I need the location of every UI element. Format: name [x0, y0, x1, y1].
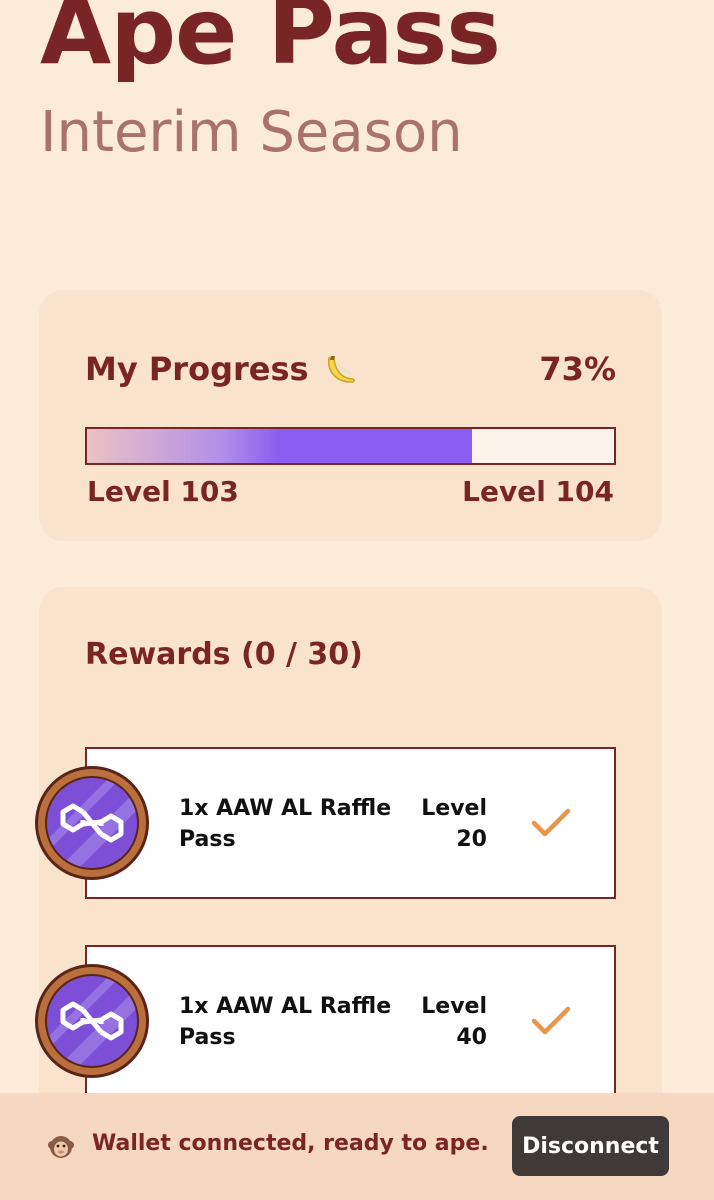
reward-item[interactable]: 1x AAW AL Raffle Pass Level 40 [85, 945, 616, 1097]
check-icon [531, 1006, 571, 1035]
reward-item[interactable]: 1x AAW AL Raffle Pass Level 20 [85, 747, 616, 899]
progress-heading: My Progress [85, 350, 359, 388]
reward-level: Level 20 [387, 793, 487, 855]
reward-level-value: 20 [456, 827, 487, 852]
progress-percent: 73% [539, 350, 616, 388]
current-level: Level 103 [87, 475, 239, 508]
progress-label: My Progress [85, 350, 309, 388]
wallet-footer: Wallet connected, ready to ape. Disconne… [0, 1093, 714, 1200]
reward-name: 1x AAW AL Raffle Pass [179, 796, 392, 852]
check-icon [531, 808, 571, 837]
progress-card: My Progress 73% Level 103 Level 104 [39, 290, 662, 541]
season-subtitle: Interim Season [40, 100, 463, 165]
reward-level: Level 40 [387, 991, 487, 1053]
ape-icon [48, 1136, 74, 1158]
reward-level-label: Level [421, 994, 487, 1019]
wallet-status: Wallet connected, ready to ape. [92, 1131, 489, 1156]
progress-fill [87, 429, 472, 463]
disconnect-button[interactable]: Disconnect [512, 1116, 669, 1176]
next-level: Level 104 [462, 475, 614, 508]
ape-pass-page: Ape Pass Interim Season My Progress 73% … [0, 0, 714, 1200]
progress-bar [85, 427, 616, 465]
reward-level-value: 40 [456, 1025, 487, 1050]
reward-name: 1x AAW AL Raffle Pass [179, 994, 392, 1050]
polygon-icon [33, 764, 151, 882]
polygon-icon [33, 962, 151, 1080]
rewards-title: Rewards (0 / 30) [85, 637, 363, 672]
reward-level-label: Level [421, 796, 487, 821]
banana-icon [321, 350, 359, 388]
page-title: Ape Pass [40, 0, 501, 85]
